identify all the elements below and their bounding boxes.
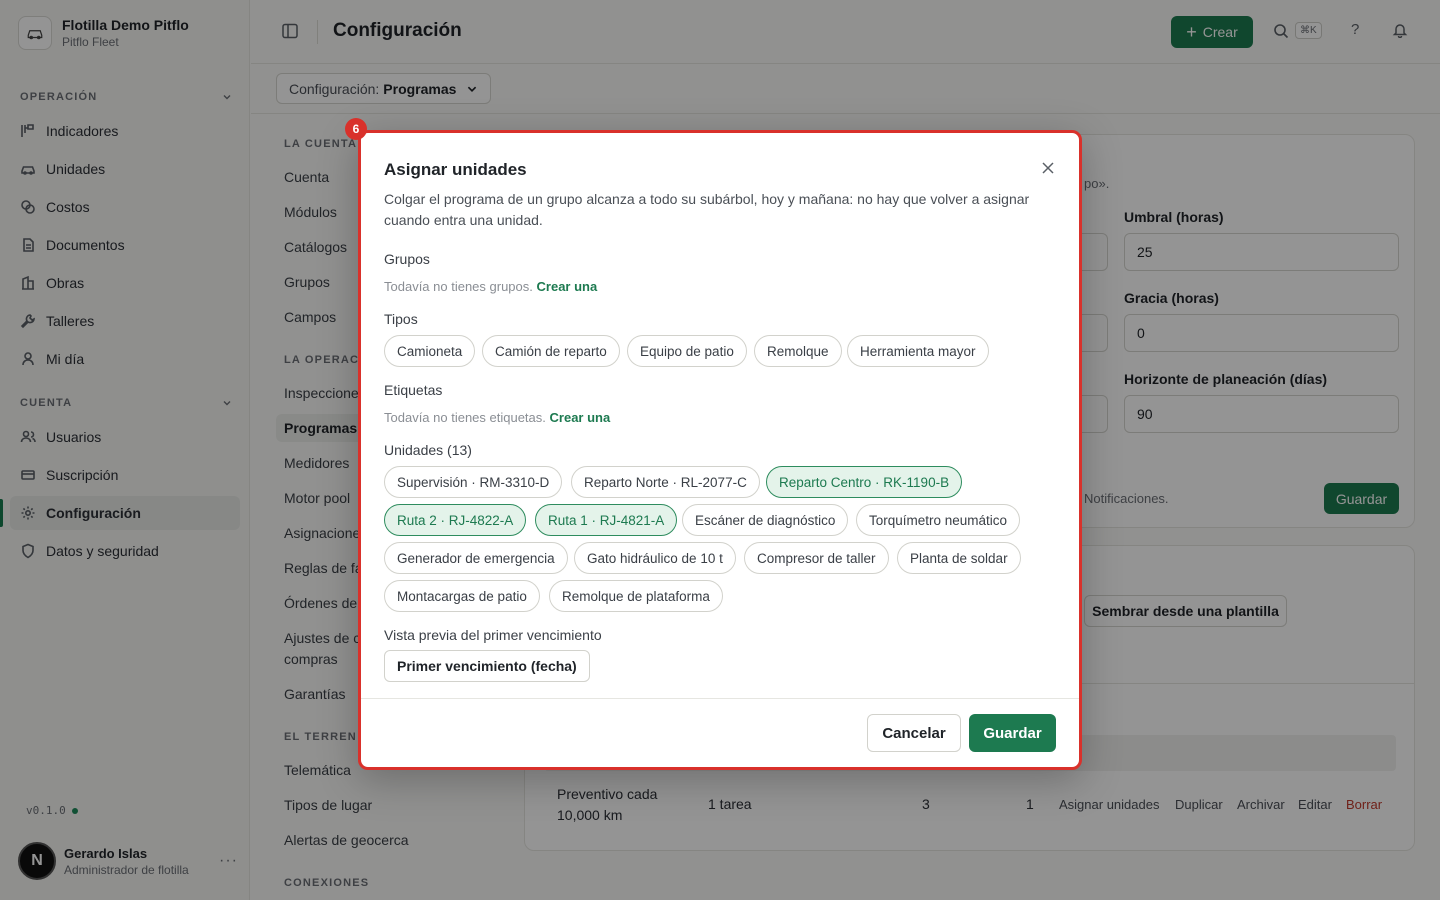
unit-chip[interactable]: Escáner de diagnóstico (682, 504, 849, 536)
unit-chip[interactable]: Gato hidráulico de 10 t (574, 542, 736, 574)
create-tag-link[interactable]: Crear una (550, 410, 611, 425)
unit-chip[interactable]: Remolque de plataforma (549, 580, 723, 612)
app-root: Flotilla Demo Pitflo Pitflo Fleet OPERAC… (0, 0, 1440, 900)
unit-chip[interactable]: Reparto Norte · RL-2077-C (571, 466, 760, 498)
unit-chip[interactable]: Compresor de taller (744, 542, 889, 574)
type-chip[interactable]: Camioneta (384, 335, 476, 367)
dialog-description: Colgar el programa de un grupo alcanza a… (384, 191, 1030, 228)
grupos-label: Grupos (384, 251, 430, 267)
step-badge: 6 (345, 118, 367, 140)
dialog-footer-divider (361, 698, 1079, 699)
type-chip[interactable]: Remolque (754, 335, 842, 367)
cancel-button[interactable]: Cancelar (867, 714, 961, 752)
type-chip[interactable]: Herramienta mayor (847, 335, 989, 367)
grupos-empty: Todavía no tienes grupos. Crear una (384, 279, 597, 294)
close-icon[interactable] (1041, 161, 1055, 175)
create-group-link[interactable]: Crear una (537, 279, 598, 294)
unit-chip[interactable]: Torquímetro neumático (856, 504, 1021, 536)
type-chip[interactable]: Camión de reparto (482, 335, 620, 367)
grupos-empty-text: Todavía no tienes grupos. (384, 279, 533, 294)
save-button[interactable]: Guardar (969, 714, 1056, 752)
unit-chip-selected[interactable]: Reparto Centro · RK-1190-B (766, 466, 963, 498)
unit-chip[interactable]: Montacargas de patio (384, 580, 540, 612)
type-chip[interactable]: Equipo de patio (627, 335, 747, 367)
assign-units-dialog: Asignar unidades Colgar el programa de u… (358, 130, 1082, 770)
dialog-title: Asignar unidades (384, 160, 527, 179)
first-due-preview-button[interactable]: Primer vencimiento (fecha) (384, 650, 590, 682)
unit-chip[interactable]: Generador de emergencia (384, 542, 568, 574)
unit-chip[interactable]: Supervisión · RM-3310-D (384, 466, 563, 498)
etiquetas-label: Etiquetas (384, 382, 443, 398)
etiquetas-empty: Todavía no tienes etiquetas. Crear una (384, 410, 610, 425)
unit-chip-selected[interactable]: Ruta 2 · RJ-4822-A (384, 504, 527, 536)
unit-chip[interactable]: Planta de soldar (897, 542, 1021, 574)
unit-chip-selected[interactable]: Ruta 1 · RJ-4821-A (535, 504, 678, 536)
etiquetas-empty-text: Todavía no tienes etiquetas. (384, 410, 546, 425)
preview-label: Vista previa del primer vencimiento (384, 627, 602, 643)
unidades-label: Unidades (13) (384, 442, 472, 458)
tipos-label: Tipos (384, 311, 418, 327)
